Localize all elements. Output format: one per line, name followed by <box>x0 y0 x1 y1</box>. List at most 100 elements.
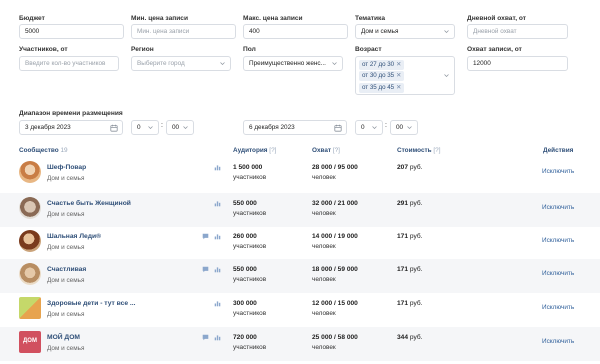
col-community-label: Сообщество <box>19 147 59 154</box>
region-select[interactable]: Выберите город <box>131 56 231 71</box>
max-price-input[interactable]: 400 <box>243 24 348 39</box>
minute-from-select[interactable]: 00 <box>166 120 194 135</box>
community-name-link[interactable]: Счастье быть Женщиной <box>47 200 131 207</box>
reach-value: 28 000 / 95 000 <box>312 164 358 171</box>
members-input[interactable]: Введите кол-во участников <box>19 56 119 71</box>
bar-chart-icon[interactable] <box>214 334 221 341</box>
price-currency: руб. <box>409 334 423 341</box>
chevron-down-icon <box>444 73 449 78</box>
audience-unit: участников <box>233 344 267 351</box>
community-name-link[interactable]: Счастливая <box>47 266 86 273</box>
community-name-link[interactable]: Здоровые дети - тут все ... <box>47 300 136 307</box>
community-name-link[interactable]: Шеф-Повар <box>47 164 86 171</box>
calendar-icon[interactable] <box>110 124 118 134</box>
remove-tag-icon[interactable]: ✕ <box>396 72 401 79</box>
post-reach-input[interactable]: 12000 <box>467 56 568 71</box>
remove-tag-icon[interactable]: ✕ <box>396 61 401 68</box>
comment-icon[interactable] <box>202 233 209 240</box>
exclude-button[interactable]: Исключить <box>542 204 574 211</box>
time-separator: : <box>161 122 163 129</box>
price: 207 руб. <box>397 164 422 171</box>
price-value: 207 <box>397 164 409 171</box>
date-range-label: Диапазон времени размещения <box>19 110 123 117</box>
col-reach-label: Охват <box>312 147 332 154</box>
budget-input[interactable]: 5000 <box>19 24 124 39</box>
reach-hint[interactable]: [?] <box>333 147 340 154</box>
hour-to-select[interactable]: 0 <box>355 120 383 135</box>
community-avatar[interactable] <box>19 230 41 252</box>
price: 171 руб. <box>397 300 422 307</box>
age-tag[interactable]: от 30 до 35 ✕ <box>359 71 405 81</box>
date-from-value: 3 декабря 2023 <box>25 124 71 131</box>
table-row: Шальная Леди® Дом и семья 260 000 участнико… <box>0 226 600 260</box>
col-community[interactable]: Сообщество 19 <box>19 147 68 154</box>
minute-to-select[interactable]: 00 <box>390 120 418 135</box>
daily-reach-input[interactable]: Дневной охват <box>467 24 568 39</box>
col-reach[interactable]: Охват [?] <box>312 147 340 154</box>
calendar-icon[interactable] <box>334 124 342 134</box>
hour-from-select[interactable]: 0 <box>131 120 159 135</box>
topic-select[interactable]: Дом и семья <box>355 24 455 39</box>
reach-unit: человек <box>312 310 336 317</box>
bar-chart-icon[interactable] <box>214 300 221 307</box>
audience-unit: участников <box>233 276 267 283</box>
exclude-button[interactable]: Исключить <box>542 168 574 175</box>
community-avatar[interactable] <box>19 161 41 183</box>
col-actions: Действия <box>543 147 574 154</box>
reach-value: 32 000 / 21 000 <box>312 200 358 207</box>
price-value: 171 <box>397 266 409 273</box>
exclude-button[interactable]: Исключить <box>542 338 574 345</box>
community-name-link[interactable]: Шальная Леди® <box>47 233 101 240</box>
hour-from-value: 0 <box>137 124 141 131</box>
exclude-button[interactable]: Исключить <box>542 304 574 311</box>
audience-unit: участников <box>233 210 267 217</box>
comment-icon[interactable] <box>202 266 209 273</box>
bar-chart-icon[interactable] <box>214 266 221 273</box>
reach-unit: человек <box>312 174 336 181</box>
col-audience[interactable]: Аудитория [?] <box>233 147 276 154</box>
chevron-down-icon <box>372 125 377 130</box>
audience-value: 260 000 <box>233 233 257 240</box>
reach-unit: человек <box>312 210 336 217</box>
bar-chart-icon[interactable] <box>214 233 221 240</box>
community-avatar[interactable] <box>19 297 41 319</box>
price-value: 291 <box>397 200 409 207</box>
age-tag[interactable]: от 35 до 45 ✕ <box>359 82 405 93</box>
community-name-link[interactable]: МОЙ ДОМ <box>47 334 80 341</box>
price-currency: руб. <box>409 233 423 240</box>
price: 171 руб. <box>397 266 422 273</box>
gender-value: Преимущественно женс... <box>249 60 326 67</box>
topic-value: Дом и семья <box>361 28 399 35</box>
cost-hint[interactable]: [?] <box>433 147 440 154</box>
community-avatar[interactable] <box>19 197 41 219</box>
exclude-button[interactable]: Исключить <box>542 237 574 244</box>
date-from-input[interactable]: 3 декабря 2023 <box>19 120 123 135</box>
age-tag-label: от 27 до 30 <box>362 60 395 68</box>
exclude-button[interactable]: Исключить <box>542 270 574 277</box>
audience-unit: участников <box>233 174 267 181</box>
age-tag[interactable]: от 27 до 30 ✕ <box>359 59 405 70</box>
col-cost[interactable]: Стоимость [?] <box>397 147 440 154</box>
price-currency: руб. <box>409 300 423 307</box>
remove-tag-icon[interactable]: ✕ <box>396 84 401 91</box>
age-tag-label: от 30 до 35 <box>362 72 395 79</box>
chevron-down-icon <box>332 61 337 66</box>
community-avatar[interactable] <box>19 263 41 285</box>
date-to-input[interactable]: 6 декабря 2023 <box>243 120 347 135</box>
community-category: Дом и семья <box>47 211 85 218</box>
chevron-down-icon <box>148 125 153 130</box>
audience-hint[interactable]: [?] <box>269 147 276 154</box>
community-avatar[interactable]: ДОМ <box>19 331 41 353</box>
reach-value: 25 000 / 58 000 <box>312 334 358 341</box>
bar-chart-icon[interactable] <box>214 200 221 207</box>
price-value: 171 <box>397 233 409 240</box>
reach-unit: человек <box>312 344 336 351</box>
region-placeholder: Выберите город <box>137 60 185 67</box>
gender-select[interactable]: Преимущественно женс... <box>243 56 343 71</box>
min-price-input[interactable]: Мин. цена записи <box>131 24 236 39</box>
age-multiselect[interactable]: от 27 до 30 ✕ от 30 до 35 ✕ от 35 до 45 ✕ <box>355 56 455 95</box>
comment-icon[interactable] <box>202 334 209 341</box>
table-row: Счастье быть Женщиной Дом и семья 550 000 у… <box>0 193 600 227</box>
chevron-down-icon <box>183 125 188 130</box>
bar-chart-icon[interactable] <box>214 164 221 171</box>
